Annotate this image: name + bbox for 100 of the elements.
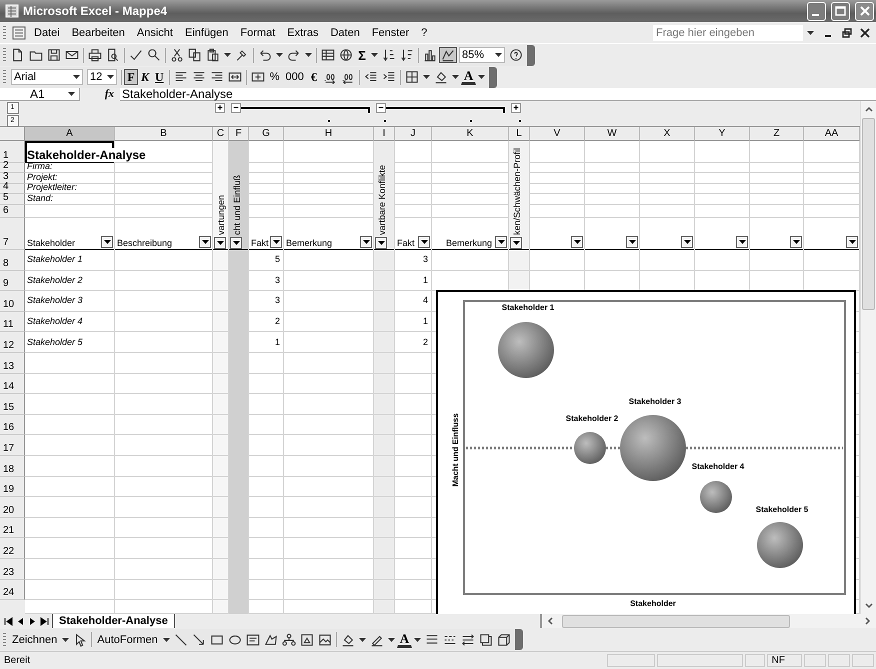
- paste-icon[interactable]: [206, 48, 220, 62]
- line-style-icon[interactable]: [425, 632, 440, 646]
- column-header[interactable]: L: [509, 127, 530, 141]
- menu-item[interactable]: ?: [416, 26, 432, 38]
- borders-icon[interactable]: [404, 70, 419, 84]
- bubble[interactable]: [620, 415, 686, 481]
- row-header[interactable]: 7: [0, 218, 25, 250]
- function-button[interactable]: fx: [80, 88, 120, 100]
- caret-icon[interactable]: [422, 75, 430, 79]
- next-sheet-icon[interactable]: [28, 616, 37, 626]
- sheet-tab[interactable]: Stakeholder-Analyse: [52, 614, 175, 628]
- caret-icon[interactable]: [478, 75, 486, 79]
- align-left-icon[interactable]: [174, 70, 188, 84]
- printer-icon[interactable]: [88, 48, 102, 62]
- row-header[interactable]: 18: [0, 456, 25, 477]
- row-header[interactable]: 16: [0, 414, 25, 436]
- chart-area[interactable]: Stakeholder 1 Stakeholder 2 Stakeholder 3 Stakeholder 4 Stakeholder 5 Macht und Einfluss Stakeholder: [436, 290, 856, 614]
- row-header[interactable]: 23: [0, 558, 25, 580]
- row-header[interactable]: 6: [0, 205, 25, 218]
- caret-icon[interactable]: [107, 75, 114, 79]
- column-header[interactable]: A: [25, 127, 115, 141]
- filter-button[interactable]: [626, 236, 638, 248]
- document-icon[interactable]: [11, 24, 27, 40]
- print-preview-icon[interactable]: [106, 48, 120, 62]
- row-header[interactable]: 13: [0, 352, 25, 374]
- sort-ascending-icon[interactable]: [382, 48, 396, 62]
- euro-button[interactable]: €: [306, 69, 321, 85]
- wordart-icon[interactable]: [264, 632, 278, 646]
- menu-item[interactable]: Daten: [325, 26, 365, 38]
- toolbar-options-button[interactable]: [489, 66, 498, 88]
- menu-item[interactable]: Ansicht: [132, 26, 178, 38]
- column-header[interactable]: X: [640, 127, 695, 141]
- percent-button[interactable]: %: [266, 69, 282, 85]
- autoshapes-menu-button[interactable]: AutoFormen: [94, 632, 161, 648]
- globe-icon[interactable]: [339, 48, 353, 62]
- caret-icon[interactable]: [452, 75, 459, 79]
- arrow-style-icon[interactable]: [461, 632, 476, 646]
- close-icon[interactable]: [860, 28, 870, 38]
- row-header[interactable]: 2: [0, 163, 25, 173]
- menu-item[interactable]: Extras: [282, 26, 324, 38]
- column-header[interactable]: H: [284, 127, 374, 141]
- previous-sheet-icon[interactable]: [16, 616, 25, 626]
- filter-button[interactable]: [736, 236, 748, 248]
- column-header[interactable]: Z: [750, 127, 804, 141]
- formula-field[interactable]: Stakeholder-Analyse: [120, 88, 876, 100]
- research-icon[interactable]: [147, 48, 161, 62]
- menu-item[interactable]: Fenster: [366, 26, 414, 38]
- chart-icon[interactable]: [423, 48, 437, 62]
- filter-button[interactable]: [199, 236, 211, 248]
- align-center-icon[interactable]: [192, 70, 206, 84]
- font-color-button[interactable]: A: [460, 69, 476, 85]
- minimize-button[interactable]: [807, 2, 826, 20]
- document-icon[interactable]: [11, 48, 25, 62]
- scissors-icon[interactable]: [170, 48, 184, 62]
- thousands-separator-button[interactable]: 000: [282, 69, 307, 85]
- close-button[interactable]: [855, 2, 874, 20]
- row-header[interactable]: 11: [0, 312, 25, 332]
- caret-icon[interactable]: [162, 638, 170, 642]
- table-icon[interactable]: [321, 48, 335, 62]
- font-color-button[interactable]: A: [396, 632, 412, 648]
- help-icon[interactable]: [509, 48, 523, 62]
- row-header[interactable]: 10: [0, 291, 25, 312]
- bold-button[interactable]: F: [124, 69, 138, 85]
- column-header[interactable]: Y: [695, 127, 750, 141]
- caret-icon[interactable]: [224, 53, 231, 57]
- restore-icon[interactable]: [842, 28, 852, 38]
- row-header[interactable]: 19: [0, 476, 25, 498]
- menu-item[interactable]: Einfügen: [180, 26, 234, 38]
- first-sheet-icon[interactable]: [4, 616, 13, 626]
- copy-icon[interactable]: [188, 48, 202, 62]
- pointer-icon[interactable]: [73, 632, 88, 646]
- row-header[interactable]: 4: [0, 184, 25, 194]
- underline-button[interactable]: U: [152, 69, 167, 85]
- filter-button[interactable]: [846, 236, 858, 248]
- bubble[interactable]: [700, 481, 732, 513]
- expand-button[interactable]: [511, 102, 521, 112]
- caret-icon[interactable]: [73, 75, 80, 79]
- text-box-icon[interactable]: [246, 632, 260, 646]
- arrow-icon[interactable]: [192, 632, 206, 646]
- filter-button[interactable]: [101, 236, 113, 248]
- maximize-button[interactable]: [831, 2, 850, 20]
- caret-icon[interactable]: [414, 638, 422, 642]
- row-header[interactable]: 17: [0, 435, 25, 456]
- column-header[interactable]: AA: [804, 127, 860, 141]
- column-header[interactable]: B: [115, 127, 213, 141]
- italic-button[interactable]: K: [138, 69, 152, 85]
- filter-button[interactable]: [495, 236, 507, 248]
- column-header[interactable]: C: [213, 127, 229, 141]
- toolbar-options-button[interactable]: [515, 629, 524, 650]
- filter-button[interactable]: [510, 237, 522, 249]
- caret-icon[interactable]: [807, 30, 814, 34]
- caret-icon[interactable]: [388, 638, 395, 642]
- toolbar-grip[interactable]: [3, 26, 6, 40]
- collapse-button[interactable]: [231, 102, 241, 112]
- collapse-button[interactable]: [376, 102, 386, 112]
- spellcheck-icon[interactable]: [129, 48, 143, 62]
- filter-button[interactable]: [418, 236, 430, 248]
- scroll-thumb[interactable]: [862, 118, 875, 310]
- caret-icon[interactable]: [495, 53, 502, 57]
- align-right-icon[interactable]: [210, 70, 224, 84]
